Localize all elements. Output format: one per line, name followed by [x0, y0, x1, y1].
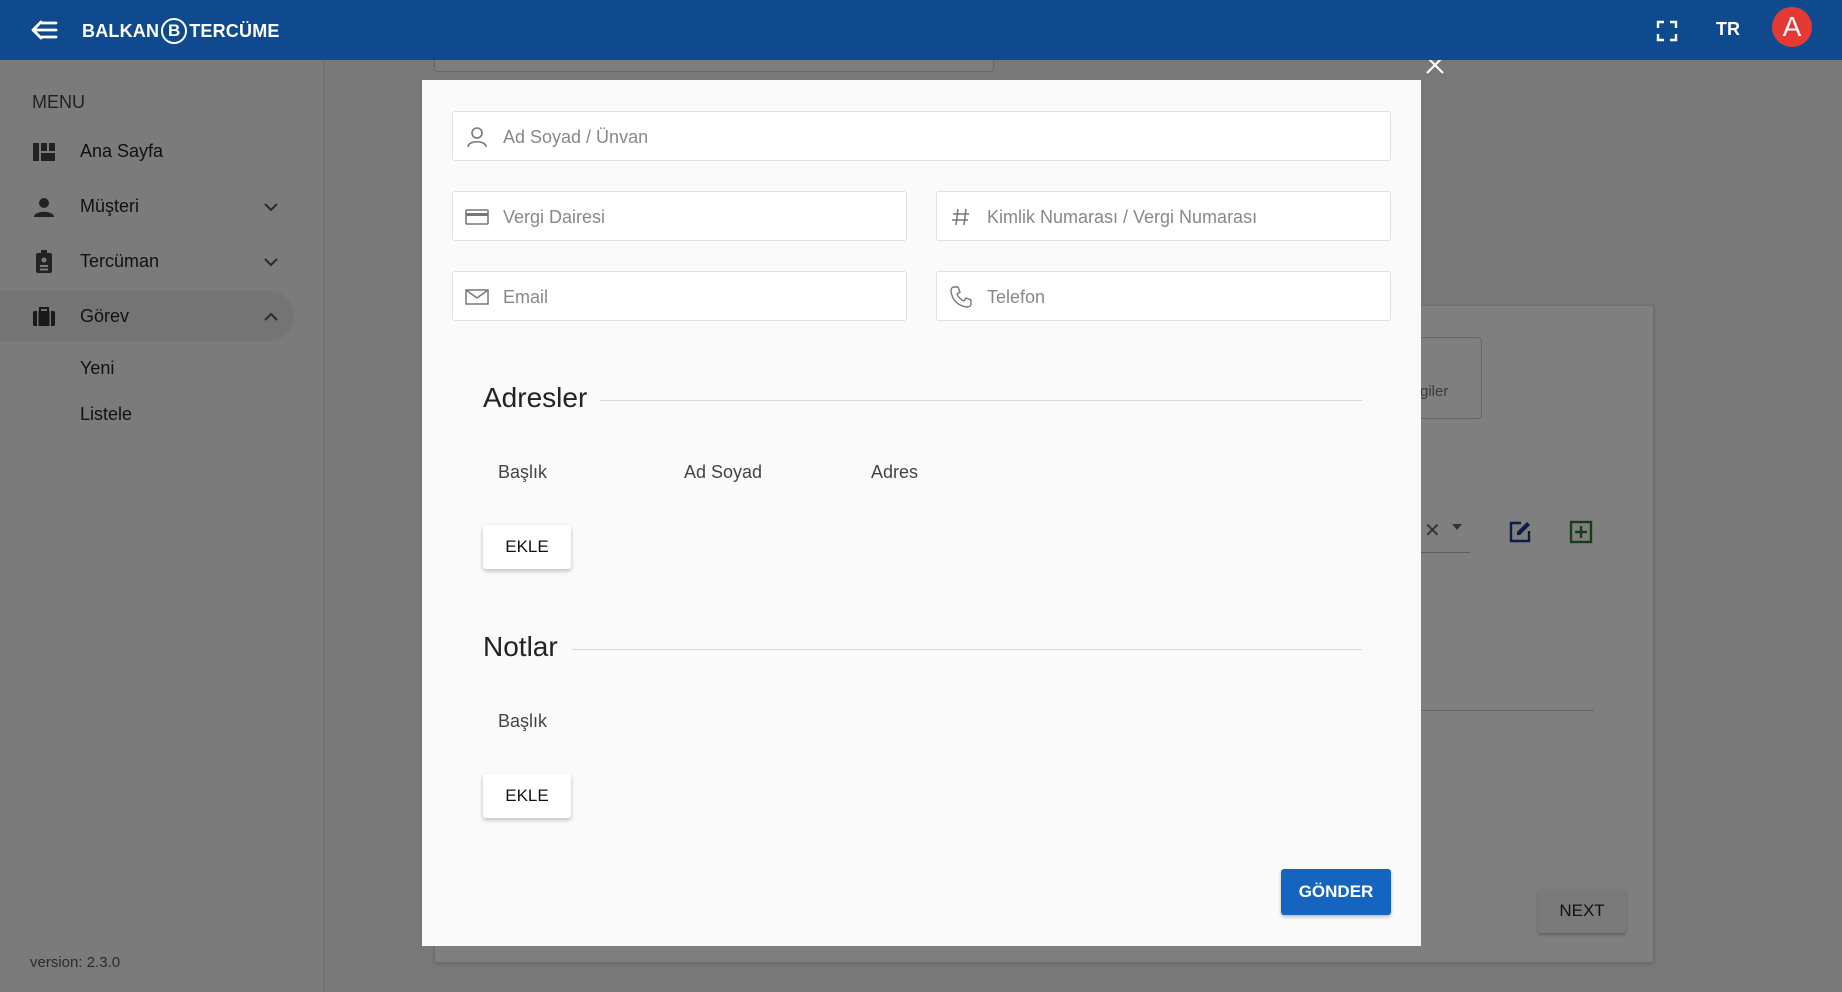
- add-note-button[interactable]: EKLE: [483, 774, 571, 818]
- email-input[interactable]: [503, 282, 896, 312]
- submit-button[interactable]: GÖNDER: [1281, 869, 1391, 915]
- credit-card-icon: [465, 209, 489, 225]
- id-number-input[interactable]: [987, 202, 1380, 232]
- phone-input[interactable]: [987, 282, 1380, 312]
- phone-icon: [950, 286, 972, 308]
- addresses-column-title: Başlık: [498, 462, 548, 482]
- addresses-section-title: Adresler: [483, 382, 588, 413]
- hash-icon: [952, 208, 969, 226]
- logo-mark: B: [161, 18, 188, 44]
- notes-column-title: Başlık: [498, 711, 548, 731]
- customer-dialog: Adresler Başlık Ad Soyad Adres EKLE Notl…: [422, 80, 1421, 946]
- name-field[interactable]: [452, 111, 1391, 161]
- logo-text-right: TERCÜME: [189, 20, 280, 41]
- top-app-bar: BALKAN B TERCÜME TR A: [0, 0, 1842, 60]
- notes-section-title: Notlar: [483, 631, 558, 662]
- language-selector[interactable]: TR: [1716, 19, 1740, 40]
- id-number-field[interactable]: [936, 191, 1391, 241]
- add-address-button[interactable]: EKLE: [483, 525, 571, 569]
- phone-field[interactable]: [936, 271, 1391, 321]
- person-outline-icon: [467, 127, 487, 148]
- notes-section-divider: [572, 649, 1362, 650]
- tax-office-field[interactable]: [452, 191, 907, 241]
- mail-icon: [465, 289, 489, 305]
- name-input[interactable]: [503, 122, 1380, 152]
- fullscreen-icon[interactable]: [1656, 20, 1678, 42]
- back-arrow-icon[interactable]: [30, 18, 58, 42]
- addresses-column-name: Ad Soyad: [684, 462, 763, 482]
- addresses-column-address: Adres: [871, 462, 919, 482]
- logo-text-left: BALKAN: [82, 20, 160, 41]
- addresses-section-divider: [600, 400, 1362, 401]
- email-field[interactable]: [452, 271, 907, 321]
- tax-office-input[interactable]: [503, 202, 896, 232]
- user-avatar[interactable]: A: [1772, 7, 1812, 47]
- app-logo: BALKAN B TERCÜME: [82, 18, 280, 44]
